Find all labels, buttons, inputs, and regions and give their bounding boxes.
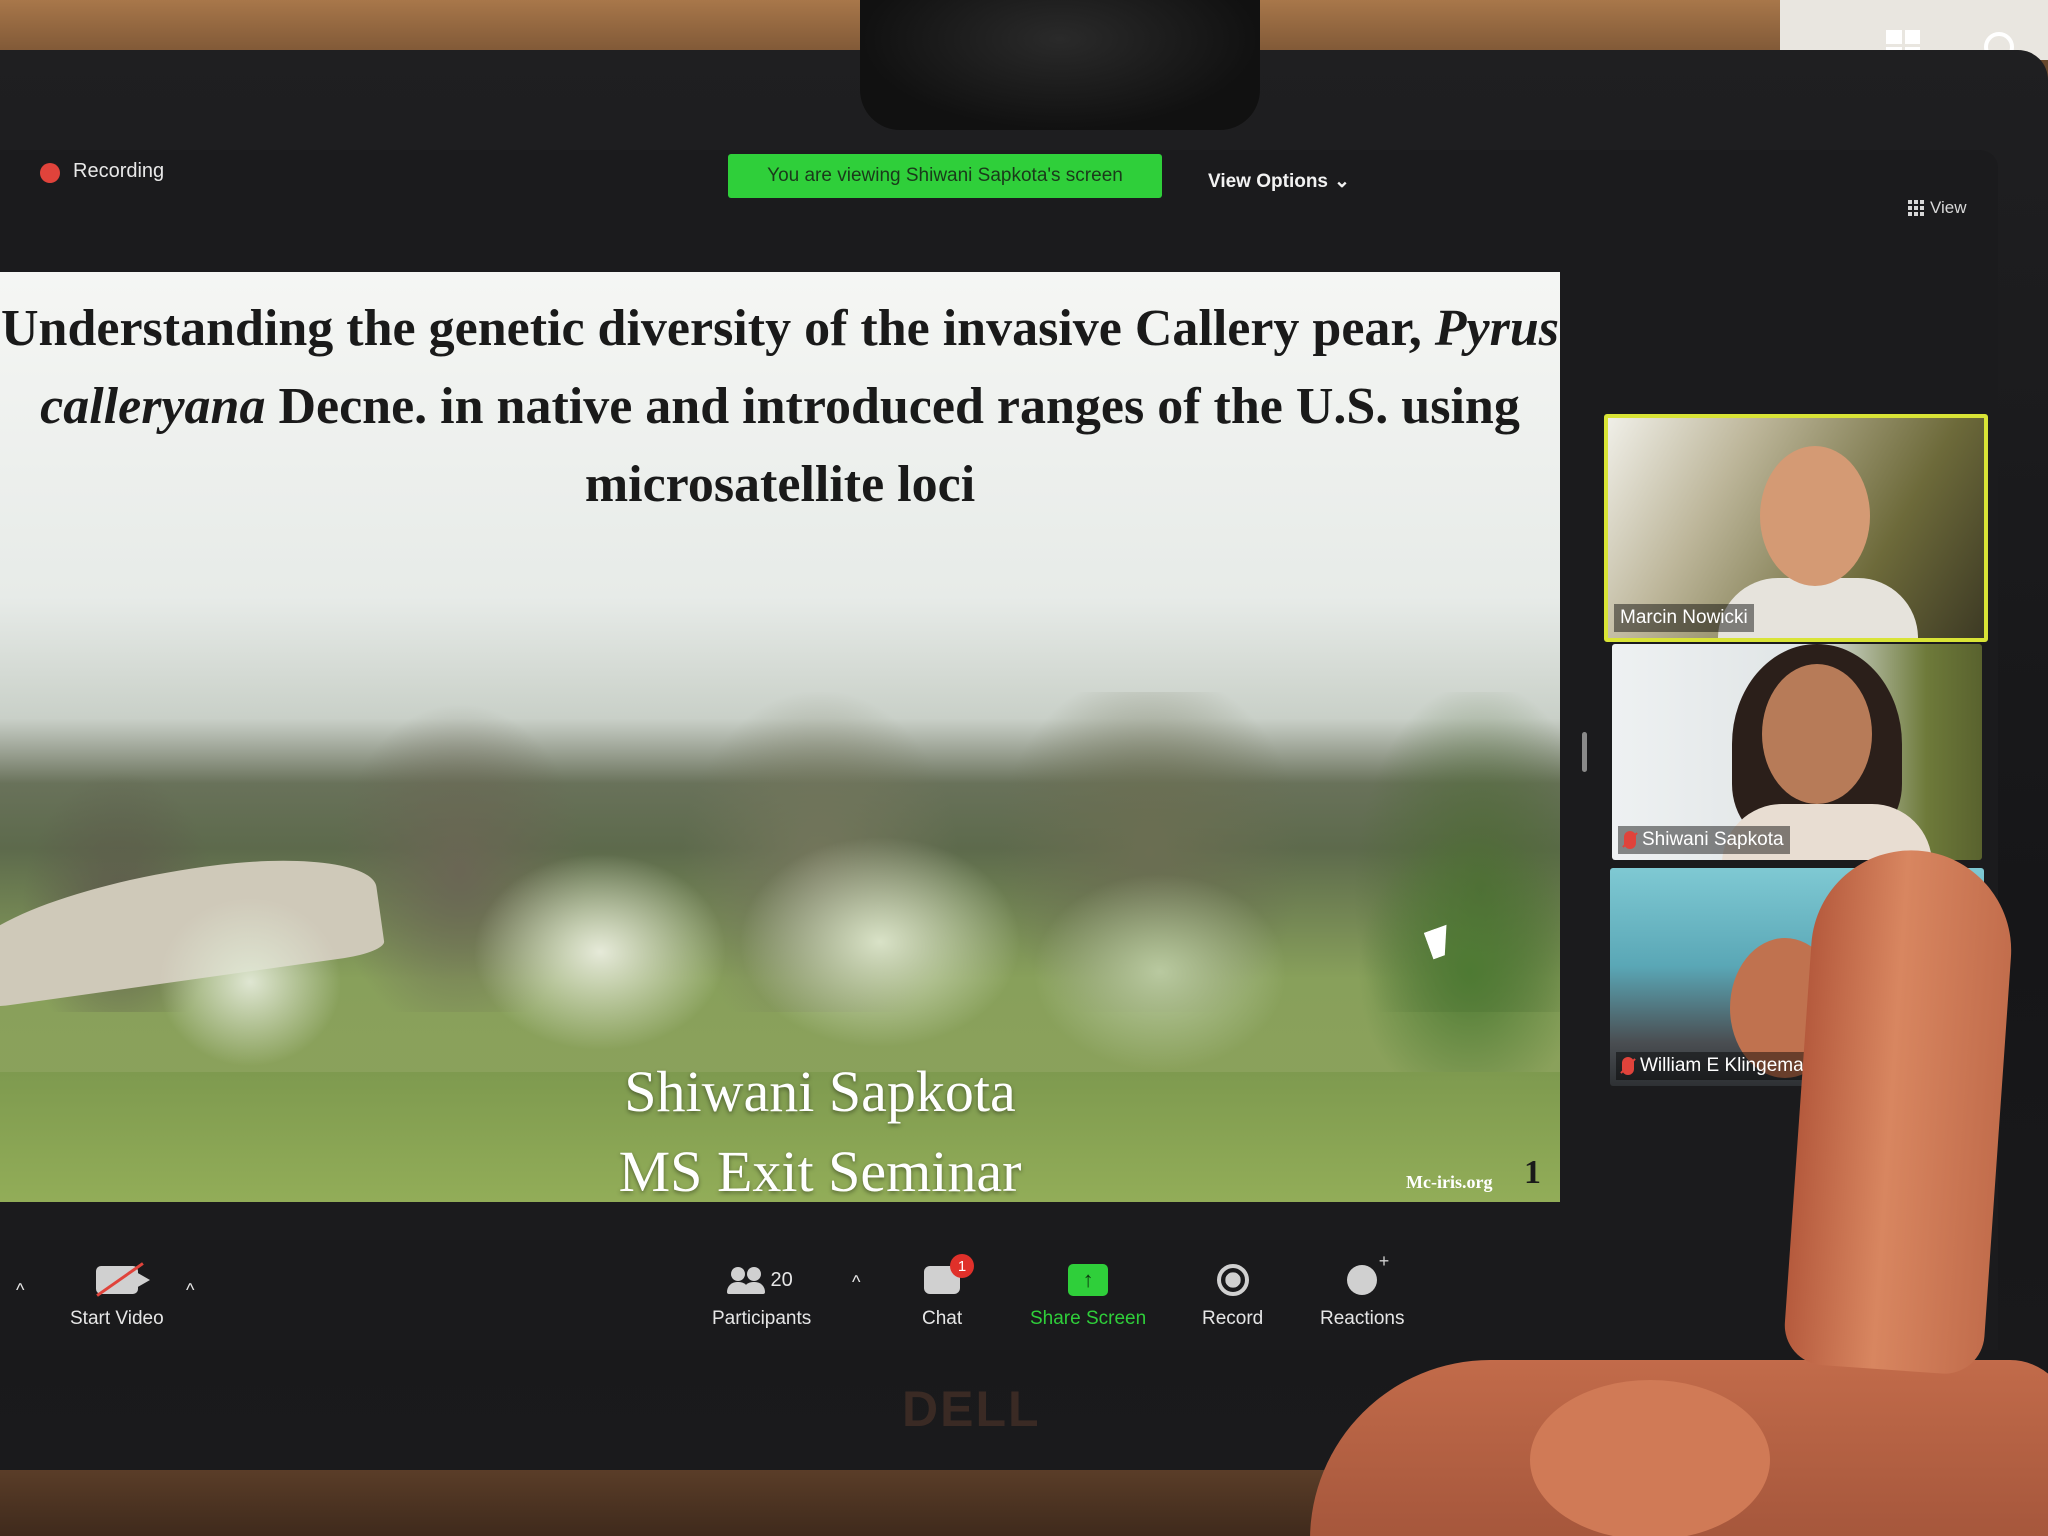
- share-screen-icon: ↑: [1068, 1264, 1109, 1296]
- recording-label[interactable]: Recording: [73, 160, 164, 183]
- participants-icon: [726, 1267, 765, 1294]
- slide-presenter-name: Shiwani Sapkota: [624, 1059, 1016, 1124]
- participant-name: William E Klingeman: [1640, 1055, 1815, 1076]
- participants-button[interactable]: 20 Participants: [712, 1262, 811, 1330]
- slide-event: MS Exit Seminar: [618, 1139, 1022, 1202]
- slide-presenter-block: Shiwani Sapkota MS Exit Seminar: [0, 1052, 1560, 1202]
- participant-name-tag: Shiwani Sapkota: [1618, 826, 1790, 854]
- start-video-label: Start Video: [70, 1308, 164, 1329]
- start-video-button[interactable]: Start Video: [70, 1262, 164, 1330]
- video-options-caret-icon[interactable]: ^: [186, 1280, 194, 1301]
- participant-name: Shiwani Sapkota: [1642, 829, 1784, 850]
- slide-title-part2: Decne. in native and introduced ranges o…: [265, 378, 1520, 513]
- reactions-smiley-icon: [1347, 1251, 1389, 1295]
- chat-unread-badge: 1: [950, 1254, 975, 1278]
- pointing-finger: [1782, 843, 2018, 1377]
- view-label: View: [1930, 198, 1967, 217]
- view-button[interactable]: View: [1908, 198, 1967, 218]
- slide-image-credit: Mc-iris.org: [1406, 1172, 1493, 1192]
- shared-screen-slide: Understanding the genetic diversity of t…: [0, 272, 1560, 1202]
- record-icon: [1216, 1264, 1249, 1296]
- recording-icon: [40, 163, 60, 183]
- webcam: [860, 0, 1260, 130]
- chat-label: Chat: [922, 1308, 963, 1329]
- chat-icon: 1: [924, 1254, 975, 1294]
- slide-title: Understanding the genetic diversity of t…: [0, 290, 1560, 524]
- video-tile-marcin-nowicki[interactable]: Marcin Nowicki: [1604, 414, 1988, 642]
- mic-muted-icon: [1622, 1057, 1634, 1075]
- grid-icon: [1908, 200, 1924, 216]
- view-options-button[interactable]: View Options ⌄: [1208, 170, 1350, 193]
- participant-name: Marcin Nowicki: [1620, 607, 1748, 628]
- panel-resize-handle[interactable]: [1582, 732, 1587, 772]
- hand-knuckle: [1530, 1380, 1770, 1536]
- participants-count: 20: [770, 1268, 793, 1291]
- view-options-label: View Options: [1208, 170, 1329, 192]
- share-screen-button[interactable]: ↑ Share Screen: [1030, 1262, 1146, 1330]
- record-button[interactable]: Record: [1202, 1262, 1263, 1330]
- video-tile-shiwani-sapkota[interactable]: Shiwani Sapkota: [1612, 644, 1982, 860]
- participants-label: Participants: [712, 1308, 812, 1329]
- chat-button[interactable]: 1 Chat: [922, 1254, 975, 1330]
- participant-name-tag: William E Klingeman: [1616, 1052, 1821, 1080]
- share-screen-label: Share Screen: [1030, 1308, 1147, 1329]
- mic-muted-icon: [1624, 831, 1636, 849]
- dell-logo: DELL: [902, 1381, 1041, 1437]
- participants-options-caret-icon[interactable]: ^: [852, 1272, 860, 1293]
- participant-face: [1760, 446, 1870, 586]
- video-off-icon: [95, 1266, 150, 1294]
- slide-title-part1: Understanding the genetic diversity of t…: [0, 300, 1435, 357]
- slide-page-number: 1: [1524, 1154, 1541, 1191]
- audio-options-caret-icon[interactable]: ^: [16, 1280, 24, 1301]
- meeting-toolbar: [0, 1240, 1820, 1350]
- reactions-button[interactable]: Reactions: [1320, 1251, 1405, 1330]
- record-label: Record: [1202, 1308, 1264, 1329]
- chevron-down-icon: ⌄: [1334, 171, 1350, 192]
- viewing-screen-banner: You are viewing Shiwani Sapkota's screen: [728, 154, 1162, 198]
- reactions-label: Reactions: [1320, 1308, 1405, 1329]
- participant-face: [1762, 664, 1872, 804]
- participant-name-tag: Marcin Nowicki: [1614, 604, 1754, 632]
